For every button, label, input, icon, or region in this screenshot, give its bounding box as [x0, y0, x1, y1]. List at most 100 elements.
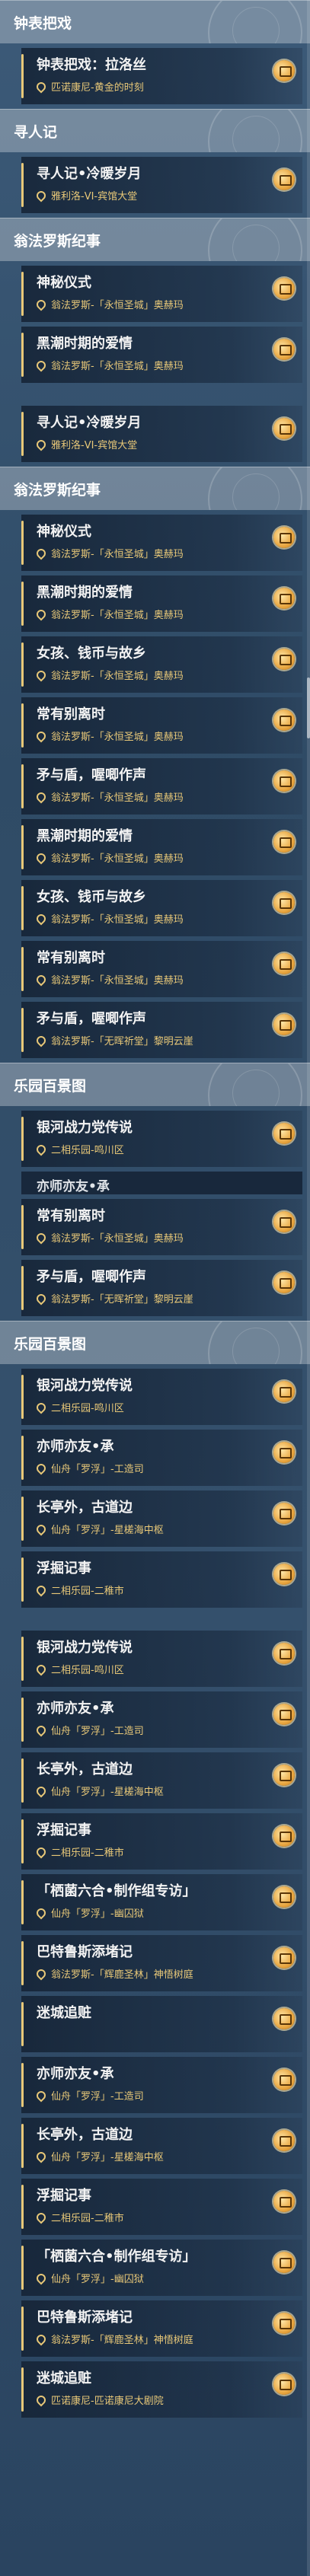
- quest-location: 翁法罗斯-「永恒圣城」奥赫玛: [34, 972, 261, 987]
- mission-badge-icon[interactable]: [273, 2008, 295, 2029]
- quest-card[interactable]: 浮掘记事 二相乐园-二稚市: [21, 2179, 302, 2235]
- quest-card[interactable]: 黑潮时期的爱情 翁法罗斯-「永恒圣城」奥赫玛: [21, 327, 302, 383]
- mission-badge-icon[interactable]: [273, 278, 295, 299]
- location-text: 仙舟「罗浮」-星槎海中枢: [51, 1787, 164, 1798]
- quest-card[interactable]: 黑潮时期的爱情 翁法罗斯-「永恒圣城」奥赫玛: [21, 575, 302, 632]
- quest-card[interactable]: 女孩、钱币与故乡 翁法罗斯-「永恒圣城」奥赫玛: [21, 636, 302, 693]
- mission-badge-icon[interactable]: [273, 1947, 295, 1969]
- quest-title: 巴特鲁斯添堵记: [37, 2310, 133, 2326]
- location-pin-icon: [34, 1292, 48, 1305]
- location-text: 二相乐园-二稚市: [51, 1586, 124, 1597]
- quest-title: 寻人记•冷暖岁月: [37, 166, 142, 182]
- mission-badge-icon[interactable]: [273, 649, 295, 670]
- mission-badge-icon[interactable]: [273, 2191, 295, 2212]
- location-text: 仙舟「罗浮」-工造司: [51, 1464, 144, 1475]
- mission-badge-icon[interactable]: [273, 892, 295, 913]
- card-accent: [21, 521, 24, 565]
- mission-badge-icon[interactable]: [273, 1503, 295, 1524]
- quest-card[interactable]: 迷城追赃: [21, 1996, 302, 2052]
- quest-card[interactable]: 银河战力党传说 二相乐园-鸣川区: [21, 1111, 302, 1167]
- mission-badge-icon[interactable]: [273, 1211, 295, 1232]
- location-text: 翁法罗斯-「无晖祈堂」黎明云崖: [51, 1036, 193, 1047]
- quest-card[interactable]: 巴特鲁斯添堵记 翁法罗斯-「辉鹿圣林」神悟树庭: [21, 2300, 302, 2357]
- section-header[interactable]: 寻人记: [0, 109, 310, 152]
- quest-card[interactable]: 常有别离时 翁法罗斯-「永恒圣城」奥赫玛: [21, 1199, 302, 1255]
- quest-card[interactable]: 神秘仪式 翁法罗斯-「永恒圣城」奥赫玛: [21, 266, 302, 322]
- location-pin-icon: [34, 359, 48, 371]
- quest-card[interactable]: 亦师亦友•承 仙舟「罗浮」-工造司: [21, 2057, 302, 2113]
- quest-title: 常有别离时: [37, 1208, 105, 1224]
- mission-badge-icon[interactable]: [273, 2374, 295, 2395]
- location-pin-icon: [34, 438, 48, 451]
- mission-badge-icon[interactable]: [273, 1825, 295, 1847]
- scrollbar[interactable]: [307, 0, 310, 2576]
- mission-badge-icon[interactable]: [273, 1381, 295, 1402]
- quest-card[interactable]: 浮掘记事 二相乐园-二稚市: [21, 1813, 302, 1870]
- quest-card[interactable]: 矛与盾，喔唧作声 翁法罗斯-「无晖祈堂」黎明云崖: [21, 1002, 302, 1058]
- section-header[interactable]: 翁法罗斯纪事: [0, 218, 310, 261]
- gap: [0, 387, 310, 401]
- scrollbar-thumb[interactable]: [307, 677, 310, 738]
- quest-card[interactable]: 巴特鲁斯添堵记 翁法罗斯-「辉鹿圣林」神悟树庭: [21, 1935, 302, 1991]
- location-pin-icon: [34, 2150, 48, 2163]
- quest-card[interactable]: 浮掘记事 二相乐园-二稚市: [21, 1551, 302, 1608]
- quest-card[interactable]: 常有别离时 翁法罗斯-「永恒圣城」奥赫玛: [21, 697, 302, 754]
- mission-badge-icon[interactable]: [273, 831, 295, 853]
- mission-badge-icon[interactable]: [273, 1014, 295, 1035]
- gap: [0, 1612, 310, 1626]
- quest-card[interactable]: 寻人记•冷暖岁月 雅利洛-VI-宾馆大堂: [21, 406, 302, 462]
- mission-badge-icon[interactable]: [273, 1442, 295, 1463]
- location-pin-icon: [34, 1583, 48, 1596]
- mission-badge-icon[interactable]: [273, 60, 295, 81]
- quest-card[interactable]: 亦师亦友•承 仙舟「罗浮」-工造司: [21, 1691, 302, 1748]
- mission-badge-icon[interactable]: [273, 953, 295, 974]
- quest-card[interactable]: 长亭外，古道边 仙舟「罗浮」-星槎海中枢: [21, 1490, 302, 1547]
- mission-badge-icon[interactable]: [273, 1272, 295, 1293]
- quest-card[interactable]: 「栖菌六合•制作组专访」 仙舟「罗浮」-幽囚狱: [21, 1874, 302, 1930]
- quest-card[interactable]: 女孩、钱币与故乡 翁法罗斯-「永恒圣城」奥赫玛: [21, 880, 302, 936]
- mission-badge-icon[interactable]: [273, 2130, 295, 2151]
- section-header[interactable]: 乐园百景图: [0, 1063, 310, 1106]
- quest-card[interactable]: 长亭外，古道边 仙舟「罗浮」-星槎海中枢: [21, 2118, 302, 2174]
- mission-badge-icon[interactable]: [273, 709, 295, 731]
- mission-badge-icon[interactable]: [273, 1886, 295, 1908]
- quest-card[interactable]: 黑潮时期的爱情 翁法罗斯-「永恒圣城」奥赫玛: [21, 819, 302, 875]
- mission-badge-icon[interactable]: [273, 588, 295, 609]
- mission-badge-icon[interactable]: [273, 770, 295, 792]
- quest-title: 黑潮时期的爱情: [37, 585, 133, 601]
- quest-location: 匹诺康尼-匹诺康尼大剧院: [34, 2393, 261, 2407]
- mission-badge-icon[interactable]: [273, 169, 295, 190]
- quest-card-partial[interactable]: 亦师亦友•承: [21, 1172, 302, 1194]
- quest-card[interactable]: 寻人记•冷暖岁月 雅利洛-VI-宾馆大堂: [21, 157, 302, 213]
- mission-badge-icon[interactable]: [273, 1704, 295, 1725]
- mission-badge-icon[interactable]: [273, 418, 295, 439]
- card-accent: [21, 1375, 24, 1419]
- section-header[interactable]: 钟表把戏: [0, 0, 310, 43]
- quest-card[interactable]: 迷城追赃 匹诺康尼-匹诺康尼大剧院: [21, 2361, 302, 2418]
- quest-card[interactable]: 「栖菌六合•制作组专访」 仙舟「罗浮」-幽囚狱: [21, 2240, 302, 2296]
- mission-badge-icon[interactable]: [273, 339, 295, 360]
- quest-card[interactable]: 亦师亦友•承 仙舟「罗浮」-工造司: [21, 1430, 302, 1486]
- mission-badge-icon[interactable]: [273, 1564, 295, 1585]
- quest-title: 黑潮时期的爱情: [37, 336, 133, 352]
- mission-badge-icon[interactable]: [273, 2252, 295, 2273]
- quest-title: 长亭外，古道边: [37, 1500, 133, 1516]
- quest-card[interactable]: 钟表把戏：拉洛丝 匹诺康尼-黄金的时刻: [21, 48, 302, 104]
- section-header[interactable]: 乐园百景图: [0, 1321, 310, 1364]
- quest-card[interactable]: 矛与盾，喔唧作声 翁法罗斯-「永恒圣城」奥赫玛: [21, 758, 302, 815]
- mission-badge-icon[interactable]: [273, 2069, 295, 2090]
- mission-badge-icon[interactable]: [273, 2313, 295, 2334]
- quest-card[interactable]: 矛与盾，喔唧作声 翁法罗斯-「无晖祈堂」黎明云崖: [21, 1260, 302, 1316]
- mission-badge-icon[interactable]: [273, 527, 295, 548]
- mission-badge-icon[interactable]: [273, 1123, 295, 1144]
- mission-badge-icon[interactable]: [273, 1643, 295, 1664]
- quest-card[interactable]: 常有别离时 翁法罗斯-「永恒圣城」奥赫玛: [21, 941, 302, 997]
- quest-card[interactable]: 长亭外，古道边 仙舟「罗浮」-星槎海中枢: [21, 1752, 302, 1809]
- card-accent: [21, 2185, 24, 2229]
- quest-card[interactable]: 银河战力党传说 二相乐园-鸣川区: [21, 1631, 302, 1687]
- section-header[interactable]: 翁法罗斯纪事: [0, 467, 310, 510]
- location-text: 翁法罗斯-「永恒圣城」奥赫玛: [51, 732, 184, 743]
- quest-card[interactable]: 银河战力党传说 二相乐园-鸣川区: [21, 1369, 302, 1425]
- quest-card[interactable]: 神秘仪式 翁法罗斯-「永恒圣城」奥赫玛: [21, 515, 302, 571]
- mission-badge-icon[interactable]: [273, 1765, 295, 1786]
